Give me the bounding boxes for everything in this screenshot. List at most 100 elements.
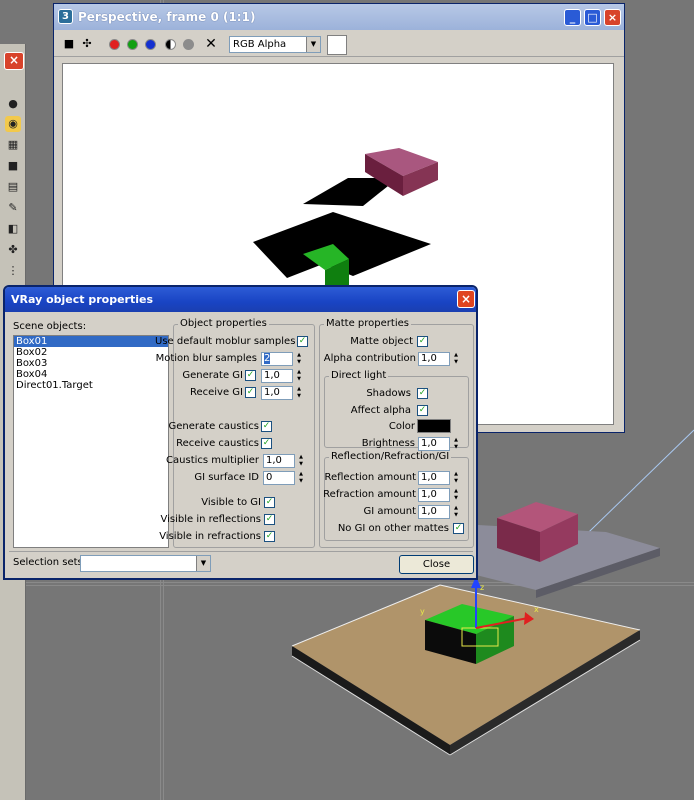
generate-caustics-checkbox[interactable]: ✓ [261,421,272,432]
receive-gi-checkbox[interactable]: ✓ [245,387,256,398]
color-label: Color [388,421,415,432]
close-icon[interactable]: × [457,290,475,308]
use-default-moblur-checkbox[interactable]: ✓ [297,336,308,347]
wrench-icon[interactable]: ✎ [5,200,21,216]
gi-amount-field[interactable]: 1,0 [418,505,450,519]
selection-sets-dropdown[interactable]: ▼ [80,555,211,572]
visible-to-gi-checkbox[interactable]: ✓ [264,497,275,508]
maximize-icon[interactable]: □ [584,9,601,26]
matte-object-checkbox[interactable]: ✓ [417,336,428,347]
minimize-icon[interactable]: _ [564,9,581,26]
channel-select[interactable]: RGB Alpha ▼ [229,36,321,53]
material-icon[interactable]: ◧ [5,221,21,237]
hierarchy-icon[interactable]: ⋮ [5,263,21,279]
visible-in-refractions-label: Visible in refractions [159,531,261,542]
clear-icon[interactable]: ✕ [204,37,218,51]
dialog-title-bar[interactable]: VRay object properties [5,287,476,312]
spinner-arrows-icon[interactable]: ▲ ▼ [451,471,461,485]
gi-surface-id-label: GI surface ID [194,472,259,483]
scene-objects-list[interactable]: Box01 Box02 Box03 Box04 Direct01.Target [13,335,169,548]
receive-caustics-label: Receive caustics [176,438,259,449]
shadows-label: Shadows [366,388,411,399]
shadows-checkbox[interactable]: ✓ [417,388,428,399]
close-icon[interactable]: × [604,9,621,26]
receive-caustics-checkbox[interactable]: ✓ [261,438,272,449]
refraction-amount-field[interactable]: 1,0 [418,488,450,502]
use-default-moblur-label: Use default moblur samples [155,336,296,347]
caustics-multiplier-spinner[interactable]: 1,0 ▲ ▼ [263,454,307,468]
spinner-arrows-icon[interactable]: ▲ ▼ [451,488,461,502]
sphere-icon[interactable]: ● [5,96,21,112]
refraction-amount-spinner[interactable]: 1,0 ▲ ▼ [418,488,462,502]
generate-gi-checkbox[interactable]: ✓ [245,370,256,381]
motion-blur-samples-field[interactable]: 2 [261,352,293,366]
display-color-swatch[interactable] [327,35,347,55]
blue-channel-icon[interactable] [145,39,156,50]
motion-blur-samples-spinner[interactable]: 2 ▲ ▼ [261,352,305,366]
motion-blur-samples-label: Motion blur samples [155,353,257,364]
spinner-arrows-icon[interactable]: ▲ ▼ [451,352,461,366]
list-item[interactable]: Box03 [14,358,168,369]
window-title: Perspective, frame 0 (1:1) [78,10,256,24]
reflection-amount-field[interactable]: 1,0 [418,471,450,485]
gi-amount-spinner[interactable]: 1,0 ▲ ▼ [418,505,462,519]
receive-gi-field[interactable]: 1,0 [261,386,293,400]
clone-icon[interactable]: ✣ [80,37,94,51]
reflection-amount-spinner[interactable]: 1,0 ▲ ▼ [418,471,462,485]
spinner-arrows-icon[interactable]: ▲ ▼ [451,437,461,451]
spinner-arrows-icon[interactable]: ▲ ▼ [296,471,306,485]
svg-text:y: y [420,607,425,616]
affect-alpha-label: Affect alpha [350,405,411,416]
shadow-color-swatch[interactable] [417,419,451,433]
alpha-channel-icon[interactable] [165,39,176,50]
close-button[interactable]: Close [399,555,474,574]
gi-surface-id-field[interactable]: 0 [263,471,295,485]
checker-icon[interactable]: ▦ [5,137,21,153]
list-item[interactable]: Box02 [14,347,168,358]
visible-in-reflections-checkbox[interactable]: ✓ [264,514,275,525]
app-icon: 3 [58,9,73,24]
alpha-contribution-field[interactable]: 1,0 [418,352,450,366]
generate-gi-spinner[interactable]: 1,0 ▲ ▼ [261,369,305,383]
list-item[interactable]: Box01 [14,336,168,347]
objects-icon[interactable]: ✤ [5,242,21,258]
save-icon[interactable]: ■ [62,37,76,51]
green-channel-icon[interactable] [127,39,138,50]
no-gi-on-other-mattes-checkbox[interactable]: ✓ [453,523,464,534]
visible-in-refractions-checkbox[interactable]: ✓ [264,531,275,542]
alpha-contribution-spinner[interactable]: 1,0 ▲ ▼ [418,352,462,366]
gi-amount-label: GI amount [363,506,416,517]
dialog-title: VRay object properties [11,293,153,306]
mono-channel-icon[interactable] [183,39,194,50]
generate-caustics-label: Generate caustics [168,421,259,432]
render-title-bar[interactable]: 3 Perspective, frame 0 (1:1) _ □ × [54,4,624,30]
red-channel-icon[interactable] [109,39,120,50]
brightness-spinner[interactable]: 1,0 ▲ ▼ [418,437,462,451]
brightness-field[interactable]: 1,0 [418,437,450,451]
gi-surface-id-spinner[interactable]: 0 ▲ ▼ [263,471,307,485]
chevron-down-icon: ▼ [306,37,320,52]
receive-gi-spinner[interactable]: 1,0 ▲ ▼ [261,386,305,400]
close-icon[interactable]: × [4,52,24,70]
spinner-arrows-icon[interactable]: ▲ ▼ [451,505,461,519]
list-item[interactable]: Direct01.Target [14,380,168,391]
square-icon[interactable]: ■ [5,158,21,174]
alpha-contribution-label: Alpha contribution [323,353,416,364]
refraction-amount-label: Refraction amount [323,489,416,500]
direct-light-title: Direct light [329,370,389,381]
object-properties-title: Object properties [178,318,269,329]
divider [9,551,473,552]
spinner-arrows-icon[interactable]: ▲ ▼ [294,386,304,400]
affect-alpha-checkbox[interactable]: ✓ [417,405,428,416]
list-item[interactable]: Box04 [14,369,168,380]
render-toolbar: ■ ✣ ✕ RGB Alpha ▼ [54,31,624,57]
generate-gi-field[interactable]: 1,0 [261,369,293,383]
teapot-icon[interactable]: ◉ [5,116,21,132]
spinner-arrows-icon[interactable]: ▲ ▼ [296,454,306,468]
gradient-icon[interactable]: ▤ [5,179,21,195]
caustics-multiplier-field[interactable]: 1,0 [263,454,295,468]
visible-in-reflections-label: Visible in reflections [160,514,262,525]
svg-text:x: x [534,605,539,614]
spinner-arrows-icon[interactable]: ▲ ▼ [294,369,304,383]
spinner-arrows-icon[interactable]: ▲ ▼ [294,352,304,366]
